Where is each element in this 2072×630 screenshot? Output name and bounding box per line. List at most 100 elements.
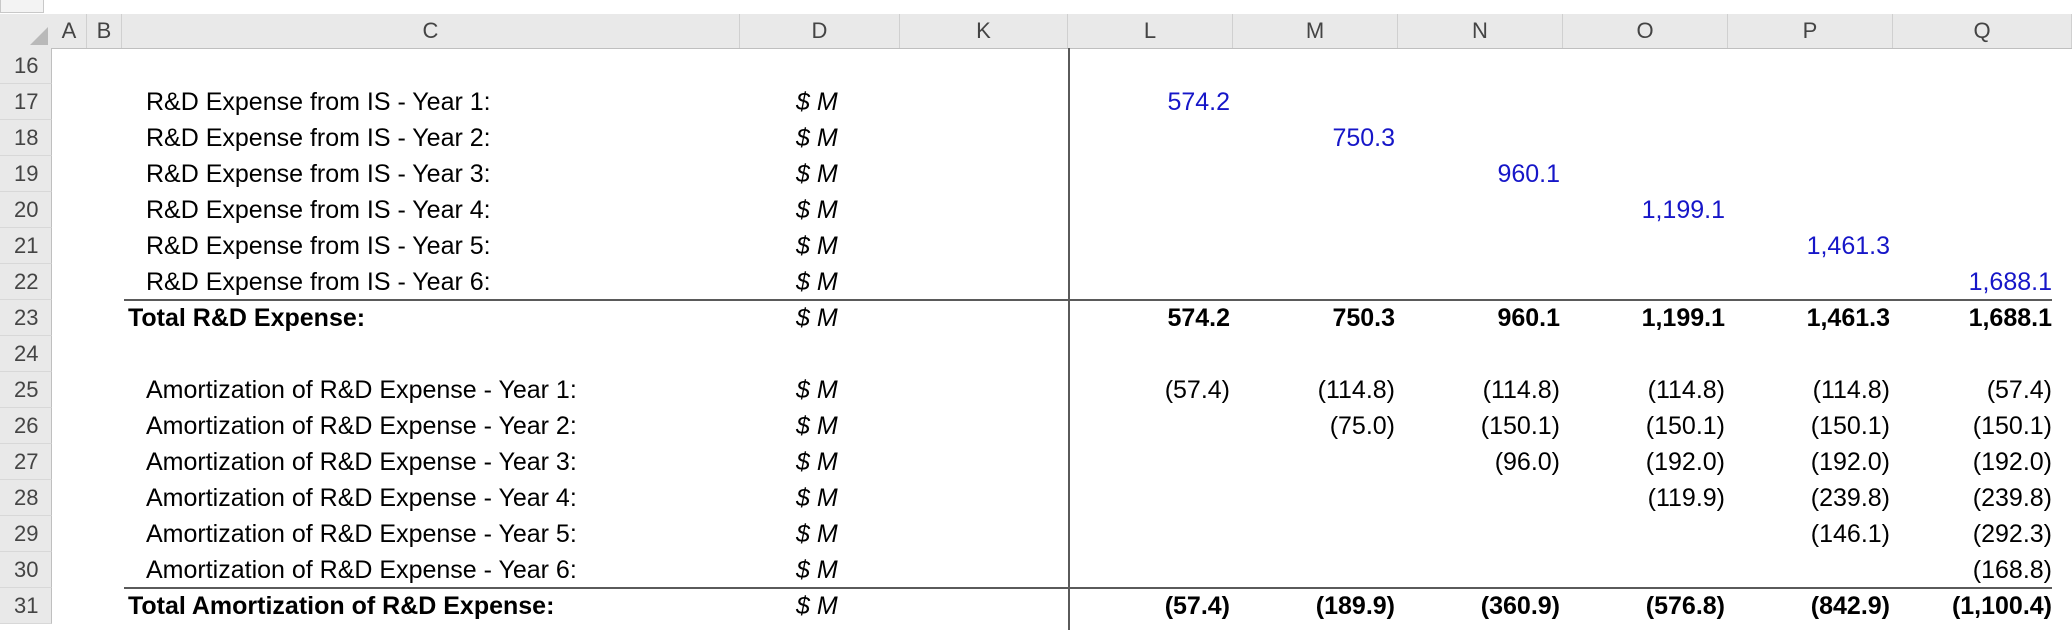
value-cell-l[interactable]: 574.2 — [1167, 300, 1230, 336]
column-header-a[interactable]: A — [52, 14, 87, 48]
value-cell-n[interactable]: (114.8) — [1483, 372, 1560, 408]
unit-cell[interactable]: $ M — [796, 84, 838, 120]
value-cell-p[interactable]: (192.0) — [1811, 444, 1890, 480]
value-cell-o[interactable]: (119.9) — [1648, 480, 1725, 516]
select-all-corner[interactable] — [0, 14, 52, 48]
line-item-label[interactable]: Amortization of R&D Expense - Year 4: — [146, 480, 577, 516]
unit-cell[interactable]: $ M — [796, 156, 838, 192]
row-header[interactable]: 18 — [0, 120, 52, 156]
value-cell-o[interactable]: (576.8) — [1646, 588, 1725, 624]
unit-cell[interactable]: $ M — [796, 588, 838, 624]
value-cell-q[interactable]: (292.3) — [1973, 516, 2052, 552]
unit-cell[interactable]: $ M — [796, 372, 838, 408]
row-header[interactable]: 28 — [0, 480, 52, 516]
unit-cell[interactable]: $ M — [796, 444, 838, 480]
value-cell-q[interactable]: (1,100.4) — [1952, 588, 2052, 624]
line-item-label[interactable]: R&D Expense from IS - Year 3: — [146, 156, 491, 192]
value-cell-l[interactable]: 574.2 — [1167, 84, 1230, 120]
unit-cell[interactable]: $ M — [796, 228, 838, 264]
value-cell-o[interactable]: (150.1) — [1646, 408, 1725, 444]
column-divider-line — [1068, 48, 1070, 630]
row-header[interactable]: 20 — [0, 192, 52, 228]
row-header[interactable]: 21 — [0, 228, 52, 264]
row-header[interactable]: 31 — [0, 588, 52, 624]
line-item-label[interactable]: R&D Expense from IS - Year 1: — [146, 84, 491, 120]
column-header-n[interactable]: N — [1398, 14, 1563, 48]
column-header-p[interactable]: P — [1728, 14, 1893, 48]
row-header[interactable]: 25 — [0, 372, 52, 408]
value-cell-l[interactable]: (57.4) — [1165, 588, 1230, 624]
column-header-c[interactable]: C — [122, 14, 740, 48]
value-cell-p[interactable]: (239.8) — [1811, 480, 1890, 516]
value-cell-p[interactable]: (146.1) — [1811, 516, 1890, 552]
row-header[interactable]: 24 — [0, 336, 52, 372]
row-header[interactable]: 17 — [0, 84, 52, 120]
unit-cell[interactable]: $ M — [796, 120, 838, 156]
column-header-k[interactable]: K — [900, 14, 1068, 48]
value-cell-l[interactable]: (57.4) — [1165, 372, 1230, 408]
value-cell-o[interactable]: (192.0) — [1646, 444, 1725, 480]
row-header[interactable]: 23 — [0, 300, 52, 336]
row-header[interactable]: 16 — [0, 48, 52, 84]
value-cell-n[interactable]: 960.1 — [1497, 156, 1560, 192]
value-cell-p[interactable]: (842.9) — [1811, 588, 1890, 624]
column-header-l[interactable]: L — [1068, 14, 1233, 48]
value-cell-q[interactable]: 1,688.1 — [1969, 300, 2052, 336]
total-label[interactable]: Total Amortization of R&D Expense: — [128, 588, 554, 624]
line-item-label[interactable]: Amortization of R&D Expense - Year 5: — [146, 516, 577, 552]
unit-cell[interactable]: $ M — [796, 408, 838, 444]
value-cell-n[interactable]: 960.1 — [1497, 300, 1560, 336]
value-cell-n[interactable]: (360.9) — [1481, 588, 1560, 624]
value-cell-q[interactable]: (57.4) — [1987, 372, 2052, 408]
select-all-triangle-icon — [30, 27, 48, 45]
column-header-b[interactable]: B — [87, 14, 122, 48]
unit-cell[interactable]: $ M — [796, 516, 838, 552]
row-header[interactable]: 30 — [0, 552, 52, 588]
formula-bar-remnant — [0, 0, 44, 13]
unit-cell[interactable]: $ M — [796, 300, 838, 336]
value-cell-q[interactable]: (192.0) — [1973, 444, 2052, 480]
value-cell-o[interactable]: 1,199.1 — [1642, 192, 1725, 228]
value-cell-p[interactable]: 1,461.3 — [1807, 300, 1890, 336]
value-cell-o[interactable]: 1,199.1 — [1642, 300, 1725, 336]
row-header[interactable]: 26 — [0, 408, 52, 444]
line-item-label[interactable]: R&D Expense from IS - Year 6: — [146, 264, 491, 300]
value-cell-m[interactable]: (189.9) — [1316, 588, 1395, 624]
value-cell-q[interactable]: (150.1) — [1973, 408, 2052, 444]
value-cell-m[interactable]: (114.8) — [1318, 372, 1395, 408]
value-cell-q[interactable]: (239.8) — [1973, 480, 2052, 516]
line-item-label[interactable]: R&D Expense from IS - Year 4: — [146, 192, 491, 228]
unit-cell[interactable]: $ M — [796, 552, 838, 588]
value-cell-m[interactable]: 750.3 — [1332, 120, 1395, 156]
unit-cell[interactable]: $ M — [796, 480, 838, 516]
line-item-label[interactable]: Amortization of R&D Expense - Year 1: — [146, 372, 577, 408]
value-cell-m[interactable]: 750.3 — [1332, 300, 1395, 336]
line-item-label[interactable]: Amortization of R&D Expense - Year 6: — [146, 552, 577, 588]
column-header-m[interactable]: M — [1233, 14, 1398, 48]
line-item-label[interactable]: Amortization of R&D Expense - Year 2: — [146, 408, 577, 444]
row-header[interactable]: 29 — [0, 516, 52, 552]
column-header-o[interactable]: O — [1563, 14, 1728, 48]
value-cell-o[interactable]: (114.8) — [1648, 372, 1725, 408]
value-cell-p[interactable]: 1,461.3 — [1807, 228, 1890, 264]
value-cell-q[interactable]: (168.8) — [1973, 552, 2052, 588]
line-item-label[interactable]: R&D Expense from IS - Year 2: — [146, 120, 491, 156]
value-cell-p[interactable]: (114.8) — [1813, 372, 1890, 408]
value-cell-m[interactable]: (75.0) — [1330, 408, 1395, 444]
unit-cell[interactable]: $ M — [796, 192, 838, 228]
row-header[interactable]: 22 — [0, 264, 52, 300]
column-header-bar: ABCDKLMNOPQ — [0, 14, 2072, 49]
line-item-label[interactable]: R&D Expense from IS - Year 5: — [146, 228, 491, 264]
row-header[interactable]: 19 — [0, 156, 52, 192]
unit-cell[interactable]: $ M — [796, 264, 838, 300]
total-label[interactable]: Total R&D Expense: — [128, 300, 365, 336]
total-border-line — [124, 299, 2052, 301]
value-cell-n[interactable]: (150.1) — [1481, 408, 1560, 444]
column-header-d[interactable]: D — [740, 14, 900, 48]
value-cell-q[interactable]: 1,688.1 — [1969, 264, 2052, 300]
column-header-q[interactable]: Q — [1893, 14, 2072, 48]
value-cell-p[interactable]: (150.1) — [1811, 408, 1890, 444]
value-cell-n[interactable]: (96.0) — [1495, 444, 1560, 480]
line-item-label[interactable]: Amortization of R&D Expense - Year 3: — [146, 444, 577, 480]
row-header[interactable]: 27 — [0, 444, 52, 480]
